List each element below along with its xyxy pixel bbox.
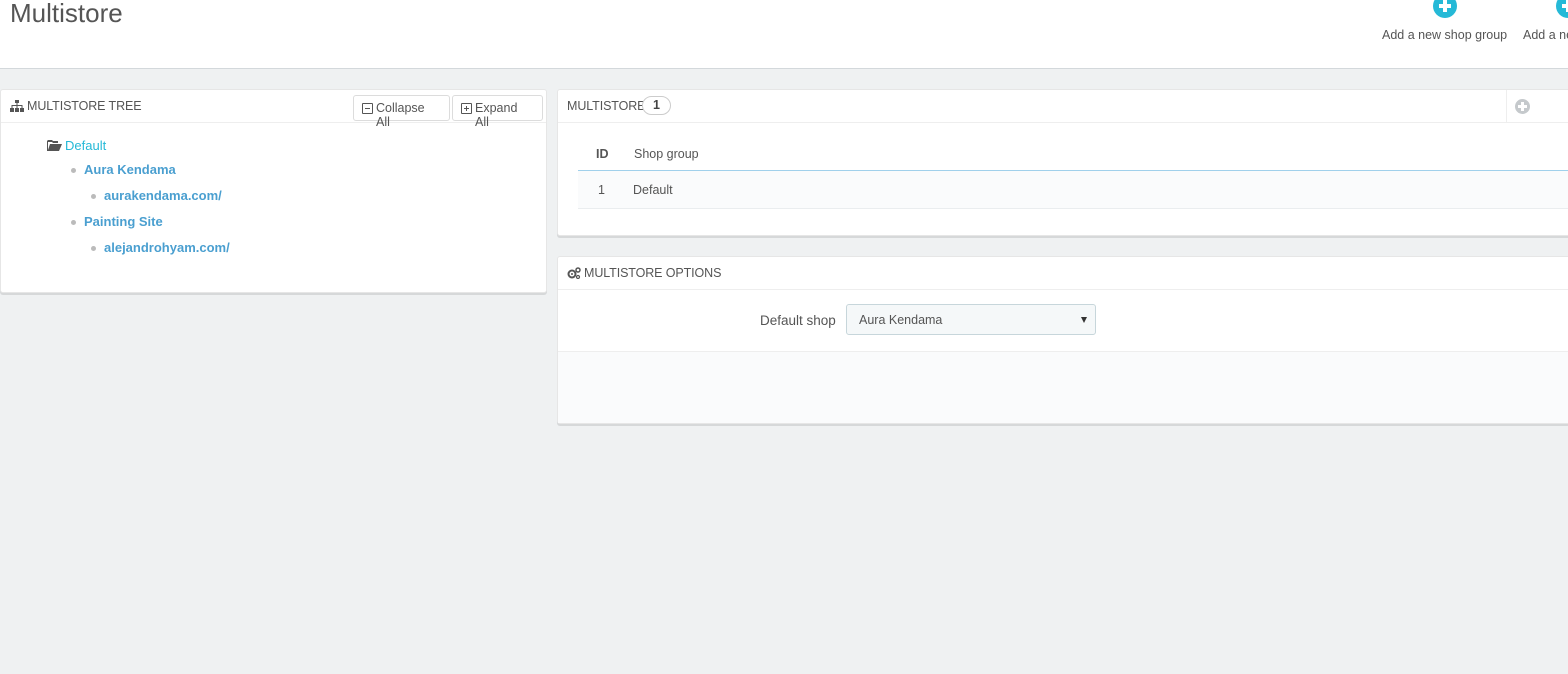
- panel-heading: MULTISTORE TREE Collapse All Expand All: [1, 90, 546, 129]
- tree-node-shop-painting-site[interactable]: Painting Site: [84, 214, 163, 229]
- add-shop-group-button[interactable]: Add a new shop group: [1382, 0, 1510, 50]
- page-header: Multistore Add a new shop group Add a ne: [0, 0, 1568, 69]
- tree-node-url-alejandrohyam[interactable]: alejandrohyam.com/: [104, 240, 230, 255]
- default-shop-value: Aura Kendama: [859, 313, 943, 327]
- plus-square-icon: [461, 103, 472, 114]
- add-circle-icon: [1433, 0, 1457, 18]
- tree-bullet: [91, 246, 96, 251]
- expand-all-button[interactable]: Expand All: [452, 95, 543, 129]
- count-badge: 1: [642, 96, 671, 115]
- panel-heading: MULTISTORE 1: [558, 90, 1568, 123]
- panel-footer: [558, 351, 1568, 423]
- table-row-divider: [578, 208, 1568, 209]
- column-header-id[interactable]: ID: [596, 147, 609, 161]
- add-shop-label: Add a ne: [1523, 28, 1568, 42]
- expand-all-label: Expand All: [475, 101, 518, 129]
- caret-down-icon: [1081, 317, 1087, 323]
- tree-node-shop-aura-kendama[interactable]: Aura Kendama: [84, 162, 176, 177]
- page-title: Multistore: [10, 0, 123, 28]
- options-panel-title: MULTISTORE OPTIONS: [584, 266, 722, 280]
- tree-panel-title: MULTISTORE TREE: [27, 99, 142, 113]
- tree-bullet: [71, 220, 76, 225]
- tree-bullet: [71, 168, 76, 173]
- tree-bullet: [91, 194, 96, 199]
- multistore-list-panel: MULTISTORE 1 ID Shop group 1 Default: [557, 89, 1568, 236]
- tree-node-url-aurakendama[interactable]: aurakendama.com/: [104, 188, 222, 203]
- column-header-shop-group[interactable]: Shop group: [634, 147, 699, 161]
- default-shop-label: Default shop: [760, 313, 836, 328]
- tree-node-default-group[interactable]: Default: [65, 138, 106, 153]
- cogs-icon: [567, 267, 581, 279]
- add-shop-group-label: Add a new shop group: [1382, 28, 1508, 42]
- plus-circle-icon: [1515, 99, 1530, 114]
- multistore-options-panel: MULTISTORE OPTIONS Default shop Aura Ken…: [557, 256, 1568, 424]
- cell-shop-group: Default: [633, 183, 673, 197]
- collapse-all-button[interactable]: Collapse All: [353, 95, 450, 129]
- cell-id: 1: [598, 183, 605, 197]
- panel-heading: MULTISTORE OPTIONS: [558, 257, 1568, 290]
- add-circle-icon: [1556, 0, 1568, 18]
- multistore-panel-title: MULTISTORE: [567, 99, 646, 113]
- sitemap-icon: [10, 100, 24, 112]
- multistore-tree-panel: MULTISTORE TREE Collapse All Expand All …: [0, 89, 547, 293]
- folder-open-icon: [47, 140, 62, 151]
- collapse-all-label: Collapse All: [376, 101, 425, 129]
- default-shop-select[interactable]: Aura Kendama: [846, 304, 1096, 335]
- add-shop-button[interactable]: Add a ne: [1523, 0, 1568, 50]
- minus-square-icon: [362, 103, 373, 114]
- add-shop-group-icon-button[interactable]: [1506, 90, 1538, 122]
- table-row[interactable]: [578, 171, 1568, 208]
